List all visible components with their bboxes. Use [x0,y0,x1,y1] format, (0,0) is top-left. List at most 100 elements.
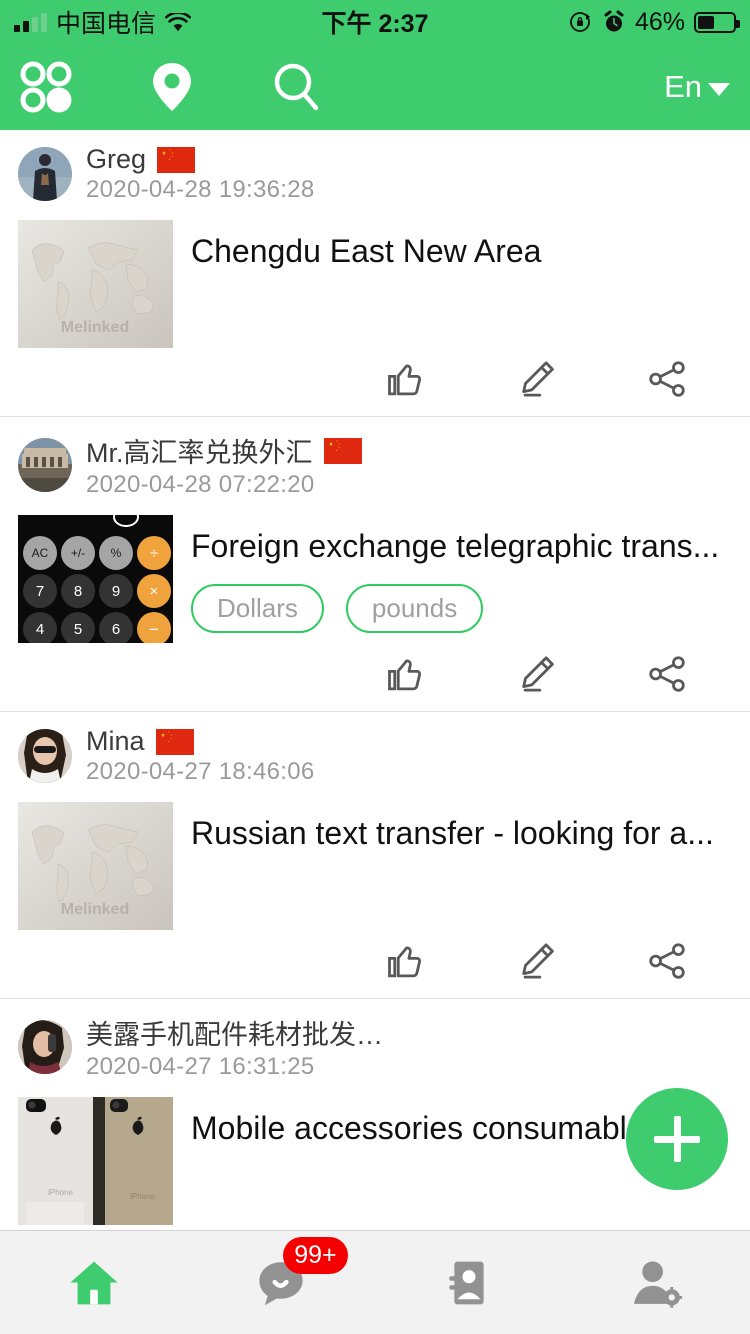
post-thumbnail[interactable]: iPhone iPhone [18,1097,173,1225]
edit-icon [522,656,554,692]
like-button[interactable] [342,940,472,982]
contacts-icon [448,1261,484,1304]
post-tag[interactable]: pounds [345,584,484,634]
post-timestamp: 2020-04-28 19:36:28 [86,176,315,203]
post-body: Melinked Russian text transfer - looking… [18,802,732,930]
avatar-image [18,147,72,201]
carrier-label: 中国电信 [56,10,157,38]
china-flag-icon [157,146,196,173]
avatar[interactable] [18,1020,72,1074]
post-body: Melinked Chengdu East New Area [18,220,732,348]
like-icon [388,364,422,396]
post-meta: Mina 2020-04-27 18:46:06 [86,726,315,786]
tab-profile[interactable] [563,1231,750,1334]
share-button[interactable] [602,940,732,982]
post-actions [18,348,732,416]
tab-contacts[interactable] [375,1231,563,1334]
share-icon [649,943,685,979]
edit-icon [522,943,554,979]
post-user-row: 美露手机配件耗材批发… [86,1013,383,1052]
post-item[interactable]: Mina 2020-04-27 18:46:06 Melinked Russia… [0,712,750,999]
post-item[interactable]: Greg 2020-04-28 19:36:28 Melinked Chengd… [0,130,750,417]
post-body: iPhone iPhone Mobile accessories consuma… [18,1097,732,1225]
svg-text:÷: ÷ [150,545,158,562]
avatar[interactable] [18,147,72,201]
share-icon [649,656,685,692]
share-button[interactable] [602,358,732,400]
post-title[interactable]: Chengdu East New Area [191,232,732,271]
post-title[interactable]: Russian text transfer - looking for a... [191,814,732,853]
search-icon [274,63,319,111]
battery-percent-label: 46% [634,7,685,36]
status-bar-left: 中国电信 [14,4,192,40]
like-button[interactable] [342,653,472,695]
tab-home[interactable] [0,1231,188,1334]
post-username: Mr.高汇率兑换外汇 [86,438,313,468]
svg-text:−: − [149,620,159,639]
post-username: 美露手机配件耗材批发… [86,1020,383,1050]
edit-button[interactable] [472,358,602,400]
post-tags: Dollars pounds [191,584,732,634]
post-meta: 美露手机配件耗材批发… 2020-04-27 16:31:25 [86,1013,383,1081]
grid-icon [20,61,72,113]
app-screen: 中国电信 下午 2:37 46% En Greg 2020-04-28 19:3… [0,0,750,1334]
tab-messages[interactable]: 99+ [188,1231,376,1334]
post-user-row: Greg [86,144,315,175]
grid-menu-button[interactable] [20,61,72,113]
post-timestamp: 2020-04-28 07:22:20 [86,471,315,498]
post-header: Mina 2020-04-27 18:46:06 [18,726,732,786]
svg-text:iPhone: iPhone [48,1188,73,1197]
like-button[interactable] [342,358,472,400]
like-icon [388,946,422,978]
profile-settings-icon [634,1260,683,1308]
post-header: 美露手机配件耗材批发… 2020-04-27 16:31:25 [18,1013,732,1081]
edit-button[interactable] [472,653,602,695]
post-tag[interactable]: Dollars [191,584,324,634]
create-post-fab[interactable] [626,1088,728,1190]
svg-text:+/-: +/- [71,546,85,560]
svg-text:4: 4 [36,621,44,638]
bottom-tab-bar: 99+ [0,1230,750,1334]
location-button[interactable] [72,61,194,113]
svg-text:9: 9 [112,583,120,600]
avatar[interactable] [18,729,72,783]
alarm-icon [604,10,624,32]
post-item[interactable]: Mr.高汇率兑换外汇 2020-04-28 07:22:20 AC +/- % … [0,417,750,712]
status-bar-right: 46% [569,7,740,37]
post-body: AC +/- % ÷ 7 8 9 × 4 5 6 − Foreign excha… [18,515,732,643]
edit-icon [522,361,554,397]
app-header: En [0,44,750,130]
signal-icon [14,12,47,32]
post-title[interactable]: Foreign exchange telegraphic trans... [191,527,732,566]
post-meta: Greg 2020-04-28 19:36:28 [86,144,315,204]
melinked-world-map-icon: Melinked [18,802,173,930]
post-user-row: Mina [86,726,315,757]
location-pin-icon [153,63,191,111]
avatar[interactable] [18,438,72,492]
language-selector[interactable]: En [664,69,730,105]
edit-button[interactable] [472,940,602,982]
avatar-image [18,438,72,492]
search-button[interactable] [194,61,322,113]
like-icon [388,659,422,691]
post-feed[interactable]: Greg 2020-04-28 19:36:28 Melinked Chengd… [0,130,750,1230]
post-actions [18,643,732,711]
post-username: Greg [86,144,147,174]
post-actions [18,930,732,998]
post-thumbnail[interactable]: Melinked [18,802,173,930]
svg-text:5: 5 [74,621,82,638]
share-icon [649,361,685,397]
china-flag-icon [155,728,194,755]
svg-text:%: % [111,546,122,560]
post-thumbnail[interactable]: Melinked [18,220,173,348]
post-header: Greg 2020-04-28 19:36:28 [18,144,732,204]
post-content: Russian text transfer - looking for a... [191,802,732,930]
share-button[interactable] [602,653,732,695]
avatar-image [18,729,72,783]
post-header: Mr.高汇率兑换外汇 2020-04-28 07:22:20 [18,431,732,499]
home-icon [70,1261,118,1304]
svg-text:×: × [150,583,159,600]
svg-text:7: 7 [36,583,44,600]
status-bar: 中国电信 下午 2:37 46% [0,0,750,44]
post-thumbnail[interactable]: AC +/- % ÷ 7 8 9 × 4 5 6 − [18,515,173,643]
